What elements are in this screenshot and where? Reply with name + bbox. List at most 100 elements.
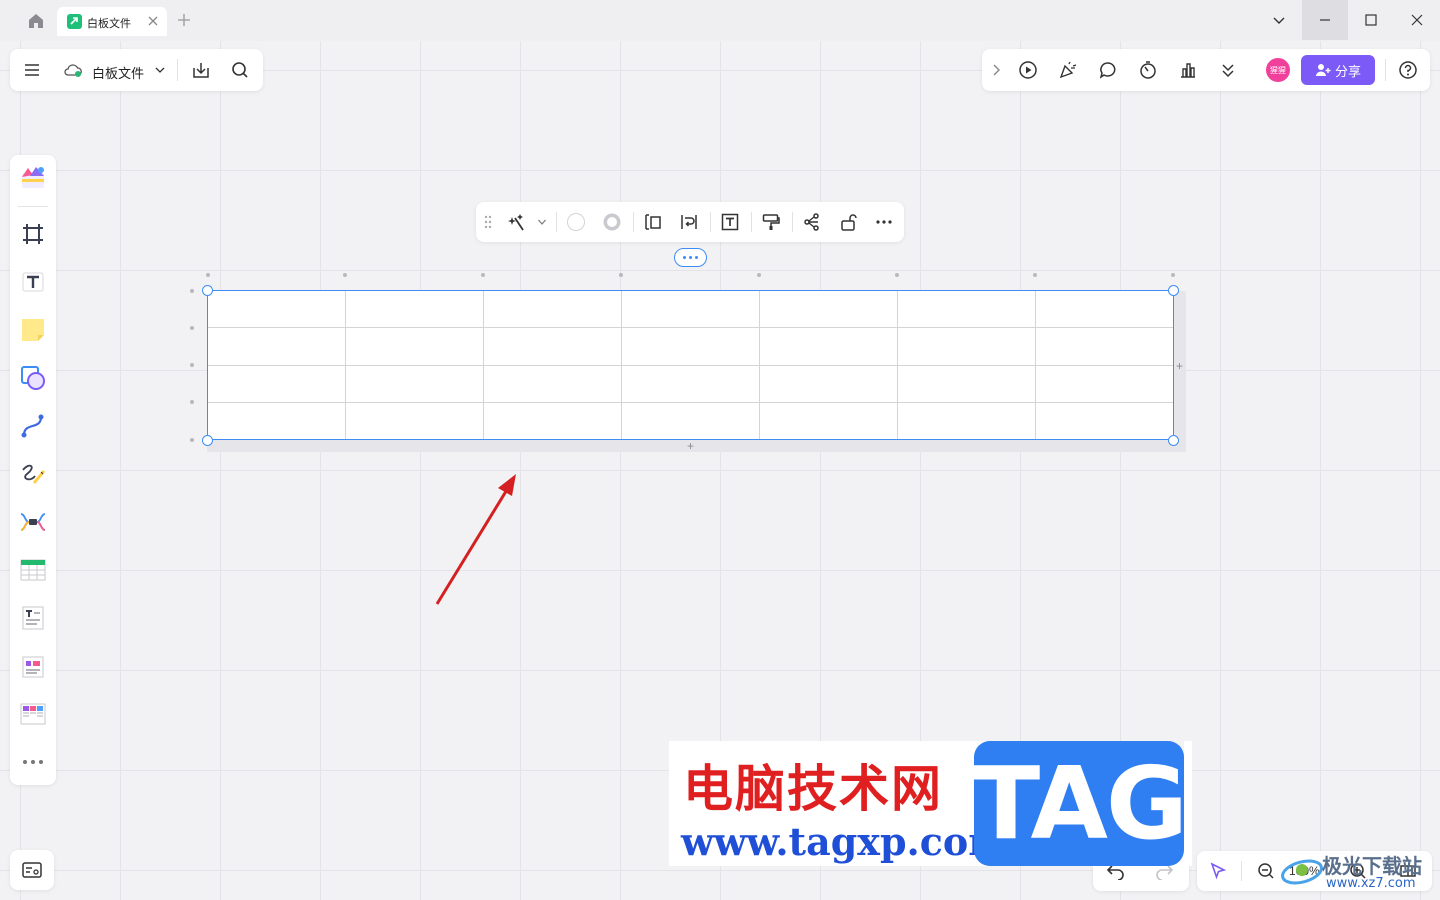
resize-handle[interactable] [202, 285, 213, 296]
table-cell[interactable] [759, 401, 898, 441]
text-wrap-icon[interactable] [678, 212, 700, 232]
kanban-icon[interactable] [17, 698, 49, 730]
resize-handle[interactable] [1168, 435, 1179, 446]
table-cell[interactable] [483, 289, 622, 329]
table-more-button[interactable] [674, 248, 707, 267]
column-handle[interactable] [895, 273, 899, 277]
timer-icon[interactable] [1137, 59, 1159, 81]
chevron-down-icon[interactable] [1256, 0, 1302, 40]
doc-icon[interactable] [17, 602, 49, 634]
magic-icon[interactable] [506, 212, 528, 232]
select-icon[interactable] [1207, 860, 1229, 882]
table-cell[interactable] [207, 364, 346, 403]
row-handle[interactable] [190, 326, 194, 330]
resize-handle[interactable] [1168, 285, 1179, 296]
table-icon[interactable] [17, 554, 49, 586]
table-cell[interactable] [483, 327, 622, 366]
column-handle[interactable] [1171, 273, 1175, 277]
table-cell[interactable] [1035, 289, 1174, 329]
table-cell[interactable] [1035, 401, 1174, 441]
column-handle[interactable] [481, 273, 485, 277]
connector-icon[interactable] [17, 410, 49, 442]
table-cell[interactable] [897, 289, 1036, 329]
table-cell[interactable] [345, 401, 484, 441]
column-handle[interactable] [343, 273, 347, 277]
comment-icon[interactable] [1097, 59, 1119, 81]
help-icon[interactable] [1397, 59, 1419, 81]
more-icon[interactable] [873, 212, 895, 232]
table-cell[interactable] [897, 327, 1036, 366]
tab-close-icon[interactable] [145, 13, 161, 29]
minimap-button[interactable] [10, 850, 54, 890]
home-icon[interactable] [24, 10, 48, 32]
card-icon[interactable] [17, 650, 49, 682]
border-color-icon[interactable] [601, 212, 623, 232]
table-cell[interactable] [345, 327, 484, 366]
text-box-icon[interactable] [719, 212, 741, 232]
table-cell[interactable] [1035, 327, 1174, 366]
table-cell[interactable] [345, 289, 484, 329]
table-cell[interactable] [345, 364, 484, 403]
celebrate-icon[interactable] [1057, 59, 1079, 81]
table-cell[interactable] [621, 401, 760, 441]
chevron-down-icon[interactable] [536, 216, 548, 228]
menu-icon[interactable] [20, 59, 44, 81]
play-icon[interactable] [1017, 59, 1039, 81]
more-down-icon[interactable] [1217, 59, 1239, 81]
close-icon[interactable] [1394, 0, 1440, 40]
minimize-icon[interactable] [1302, 0, 1348, 40]
table-cell[interactable] [483, 401, 622, 441]
search-icon[interactable] [229, 59, 251, 81]
table-cell[interactable] [759, 327, 898, 366]
row-handle[interactable] [190, 289, 194, 293]
avatar[interactable]: 猩猩 [1266, 58, 1290, 82]
expand-icon[interactable] [988, 61, 1004, 79]
fill-color-icon[interactable] [565, 212, 587, 232]
mindmap-icon[interactable] [17, 506, 49, 538]
format-painter-icon[interactable] [760, 212, 782, 232]
text-icon[interactable] [17, 266, 49, 298]
column-handle[interactable] [206, 273, 210, 277]
add-row-icon[interactable]: + [687, 440, 694, 452]
resize-handle[interactable] [202, 435, 213, 446]
table-cell[interactable] [207, 289, 346, 329]
row-handle[interactable] [190, 438, 194, 442]
chevron-down-icon[interactable] [153, 63, 167, 77]
templates-icon[interactable] [17, 161, 49, 193]
whiteboard-table[interactable] [207, 289, 1174, 441]
table-cell[interactable] [621, 289, 760, 329]
row-handle[interactable] [190, 400, 194, 404]
more-icon[interactable] [17, 746, 49, 778]
shape-icon[interactable] [17, 362, 49, 394]
table-cell[interactable] [621, 327, 760, 366]
table-cell[interactable] [621, 364, 760, 403]
table-cell[interactable] [897, 401, 1036, 441]
row-handle[interactable] [190, 363, 194, 367]
table-cell[interactable] [1035, 364, 1174, 403]
drag-handle-icon[interactable] [482, 214, 494, 230]
zoom-out-icon[interactable] [1255, 861, 1277, 881]
table-cell[interactable] [759, 364, 898, 403]
add-column-icon[interactable]: + [1176, 360, 1183, 372]
maximize-icon[interactable] [1348, 0, 1394, 40]
lock-icon[interactable] [837, 212, 859, 232]
table-cell[interactable] [483, 364, 622, 403]
file-name[interactable]: 白板文件 [92, 63, 144, 82]
frame-icon[interactable] [17, 218, 49, 250]
link-icon[interactable] [801, 212, 823, 232]
pen-icon[interactable] [17, 458, 49, 490]
table-cell[interactable] [759, 289, 898, 329]
column-handle[interactable] [619, 273, 623, 277]
row-height-icon[interactable] [642, 212, 664, 232]
table-cell[interactable] [207, 327, 346, 366]
column-handle[interactable] [1033, 273, 1037, 277]
table-cell[interactable] [207, 401, 346, 441]
download-icon[interactable] [190, 59, 212, 81]
tab-whiteboard[interactable]: 白板文件 [57, 7, 167, 36]
share-button[interactable]: 分享 [1301, 55, 1375, 85]
vote-icon[interactable] [1177, 59, 1199, 81]
column-handle[interactable] [757, 273, 761, 277]
sticky-note-icon[interactable] [17, 314, 49, 346]
add-tab-icon[interactable] [176, 12, 192, 28]
table-cell[interactable] [897, 364, 1036, 403]
